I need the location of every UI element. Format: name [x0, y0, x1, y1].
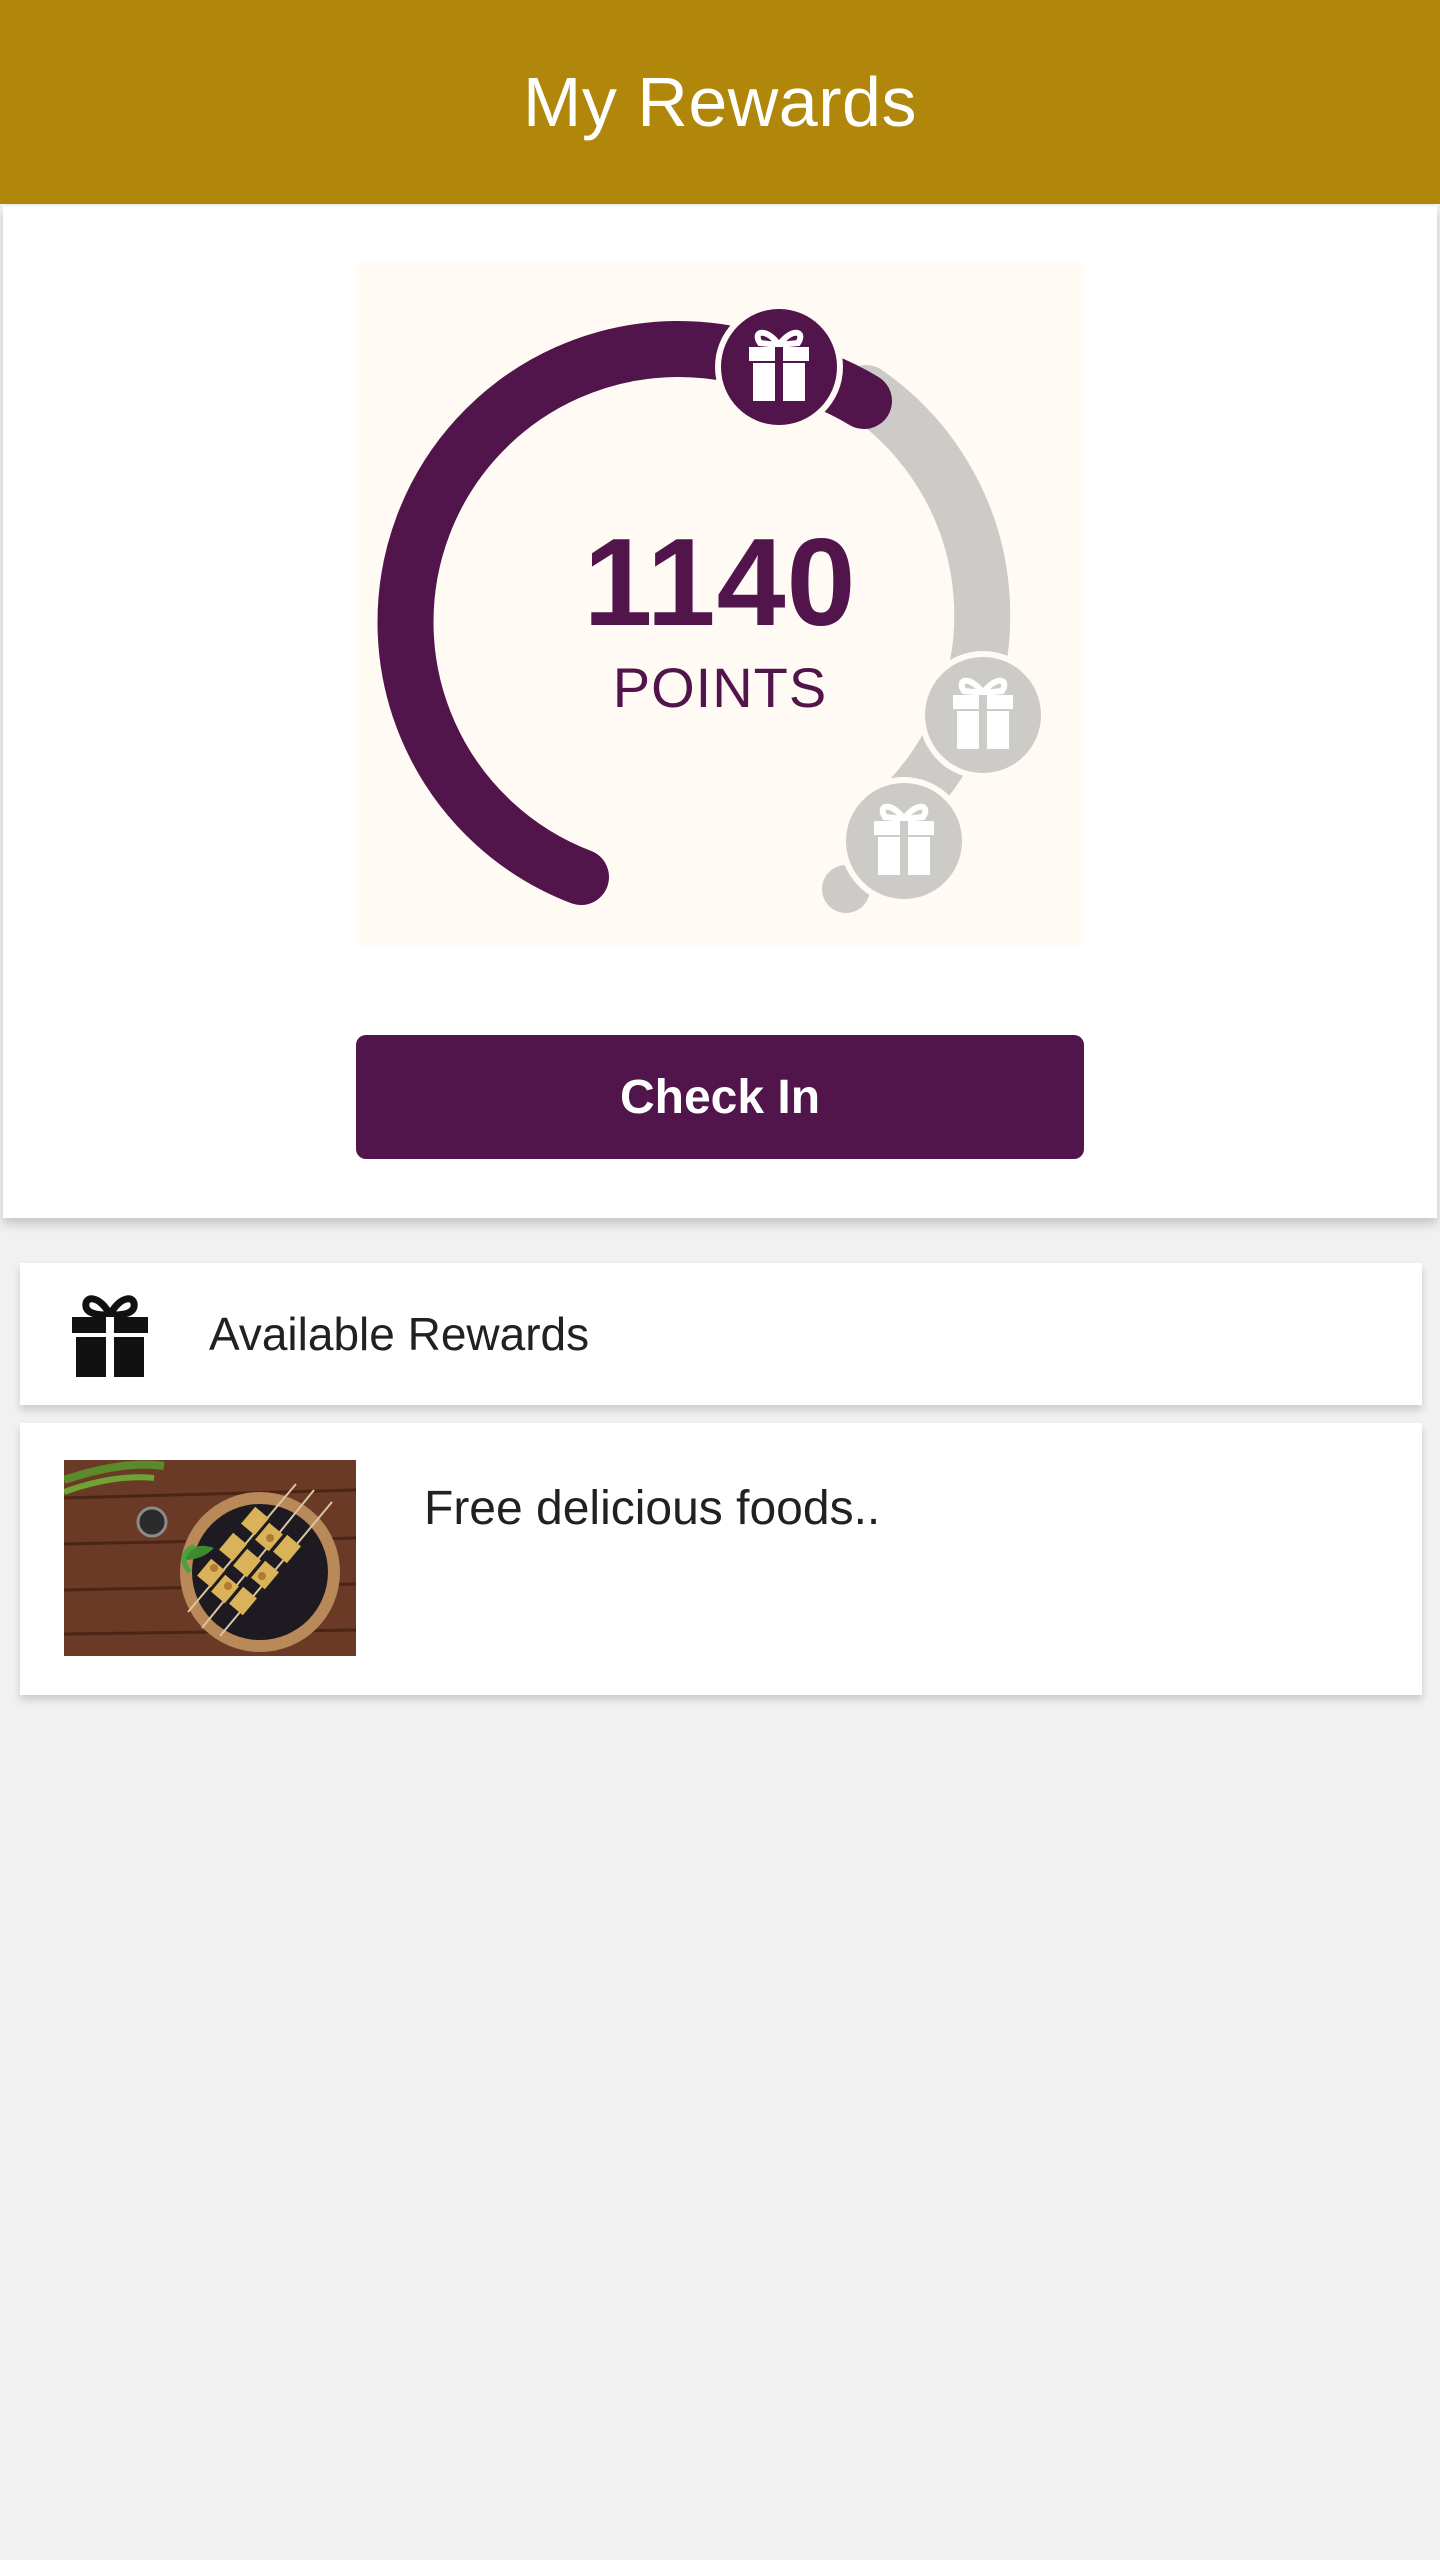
- points-value: 1140: [583, 514, 857, 652]
- reward-title: Free delicious foods..: [424, 1482, 881, 1535]
- available-rewards-label: Available Rewards: [209, 1308, 590, 1360]
- reward-list-item[interactable]: Free delicious foods..: [20, 1423, 1422, 1695]
- check-in-button[interactable]: Check In: [356, 1035, 1084, 1159]
- points-label: POINTS: [612, 656, 828, 719]
- gift-icon: [715, 303, 843, 431]
- points-card: 1140 POINTS Check In: [3, 206, 1437, 1218]
- app-bar: My Rewards: [0, 0, 1440, 204]
- points-gauge: 1140 POINTS: [356, 263, 1084, 945]
- gift-icon: [72, 1295, 148, 1377]
- available-rewards-header[interactable]: Available Rewards: [20, 1263, 1422, 1405]
- locked-gift-icon: [840, 777, 968, 905]
- food-skewers-image: [64, 1460, 356, 1656]
- page-title: My Rewards: [523, 63, 917, 141]
